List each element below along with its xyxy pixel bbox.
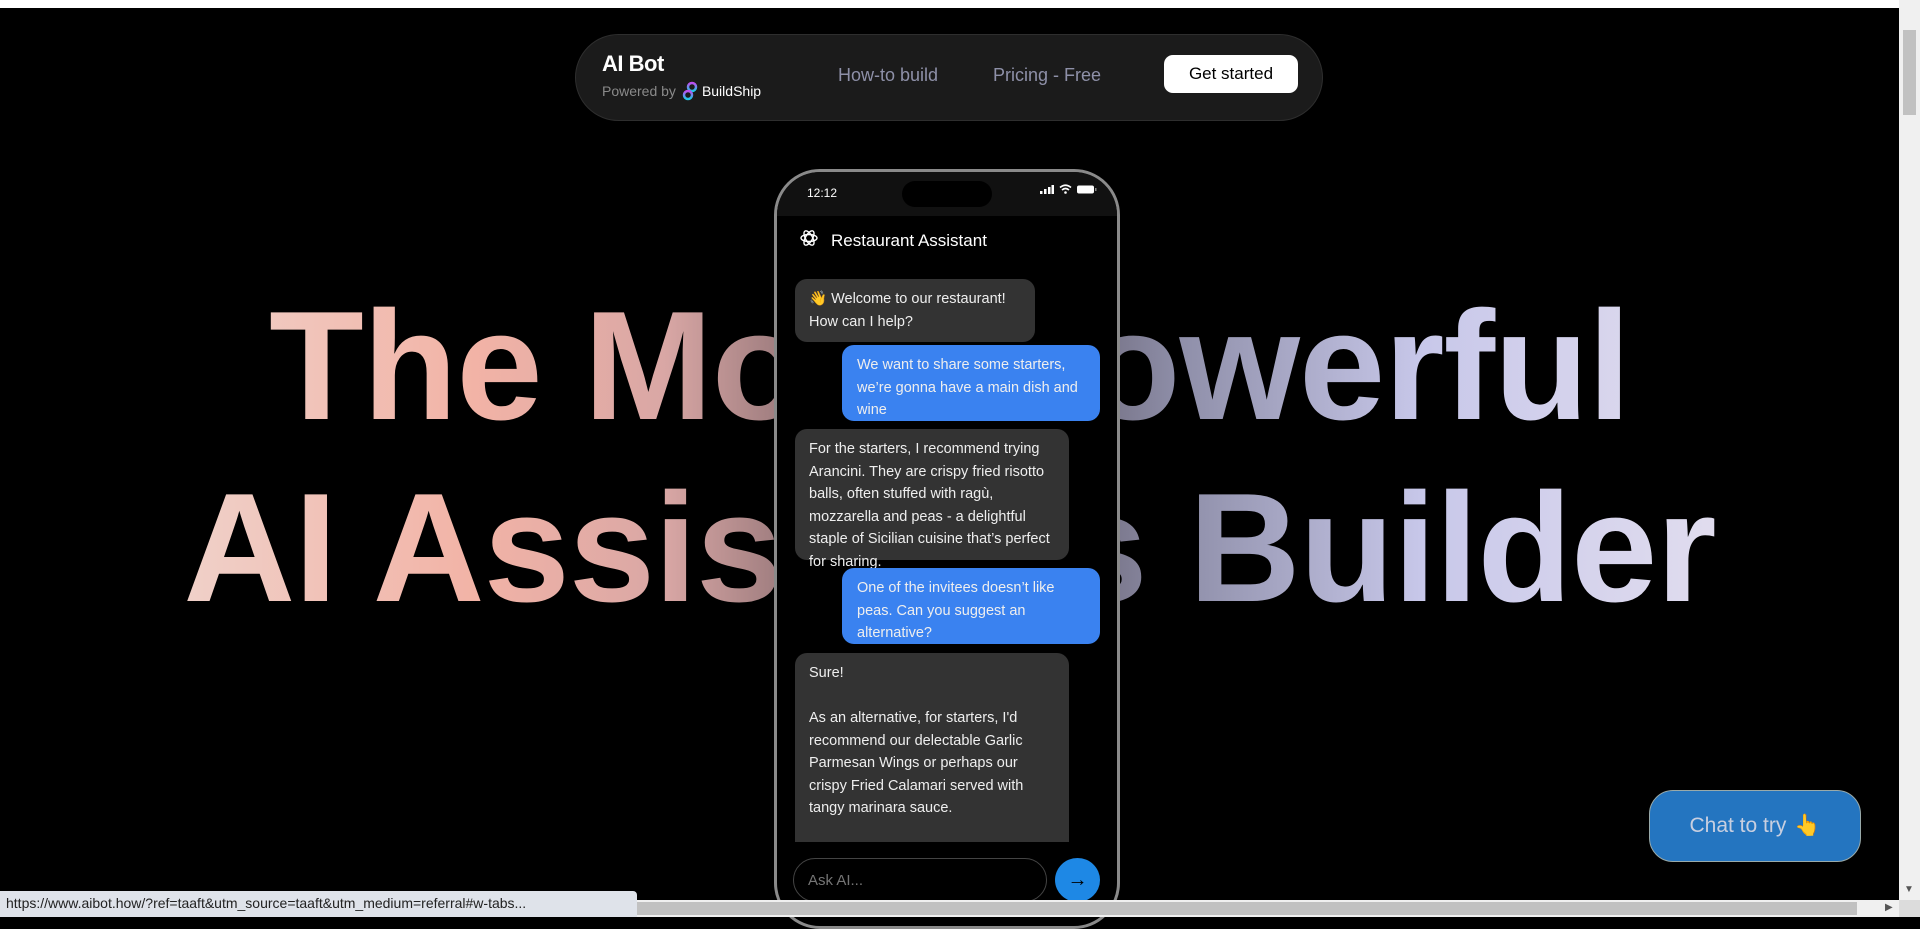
assistant-logo-icon bbox=[799, 228, 819, 253]
chat-to-try-button[interactable]: Chat to try 👆 bbox=[1649, 790, 1861, 862]
nav-link-how-to-build[interactable]: How-to build bbox=[838, 65, 938, 86]
brand-title: AI Bot bbox=[602, 51, 664, 76]
bot-message: 👋 Welcome to our restaurant! How can I h… bbox=[795, 279, 1035, 342]
scrollbar-corner bbox=[1899, 900, 1920, 917]
nav-link-pricing[interactable]: Pricing - Free bbox=[993, 65, 1101, 86]
bot-message: For the starters, I recommend trying Ara… bbox=[795, 429, 1069, 570]
pointing-hand-icon: 👆 bbox=[1794, 814, 1821, 837]
arrow-right-icon: → bbox=[1067, 868, 1088, 891]
user-message: We want to share some starters, we’re go… bbox=[842, 345, 1100, 421]
browser-top-strip bbox=[0, 0, 1899, 8]
signal-icon bbox=[1040, 184, 1054, 194]
brand[interactable]: AI Bot Powered by BuildShip bbox=[602, 51, 761, 101]
get-started-button[interactable]: Get started bbox=[1164, 55, 1298, 93]
phone-mockup: 12:12 Restaurant Assistant 👋 Welcome to … bbox=[774, 169, 1120, 929]
status-icons bbox=[1040, 184, 1097, 194]
battery-icon bbox=[1077, 185, 1097, 193]
powered-by-label: Powered by bbox=[602, 83, 676, 99]
user-message: One of the invitees doesn’t like peas. C… bbox=[842, 568, 1100, 644]
vertical-scroll-thumb[interactable] bbox=[1903, 30, 1916, 115]
top-nav: AI Bot Powered by BuildShip How-to build… bbox=[575, 34, 1323, 121]
chat-to-try-label: Chat to try bbox=[1689, 814, 1787, 837]
dynamic-island bbox=[902, 181, 992, 207]
buildship-icon bbox=[682, 81, 698, 101]
scroll-right-arrow-icon[interactable]: ▶ bbox=[1885, 902, 1893, 913]
phone-time: 12:12 bbox=[807, 186, 838, 200]
scroll-down-arrow-icon[interactable]: ▼ bbox=[1904, 884, 1914, 895]
wifi-icon bbox=[1059, 184, 1072, 194]
chat-title: Restaurant Assistant bbox=[831, 230, 987, 250]
buildship-label: BuildShip bbox=[701, 83, 762, 99]
send-button[interactable]: → bbox=[1055, 858, 1100, 902]
phone-status-bar: 12:12 bbox=[777, 172, 1117, 216]
powered-by: Powered by BuildShip bbox=[602, 81, 761, 101]
bot-message: Sure! As an alternative, for starters, I… bbox=[795, 653, 1069, 842]
ask-ai-input[interactable] bbox=[793, 858, 1047, 902]
vertical-scrollbar[interactable]: ▼ bbox=[1899, 0, 1920, 900]
chat-header: Restaurant Assistant bbox=[799, 228, 987, 253]
buildship-logo: BuildShip bbox=[682, 81, 761, 101]
status-url-bar: https://www.aibot.how/?ref=taaft&utm_sou… bbox=[0, 891, 637, 917]
